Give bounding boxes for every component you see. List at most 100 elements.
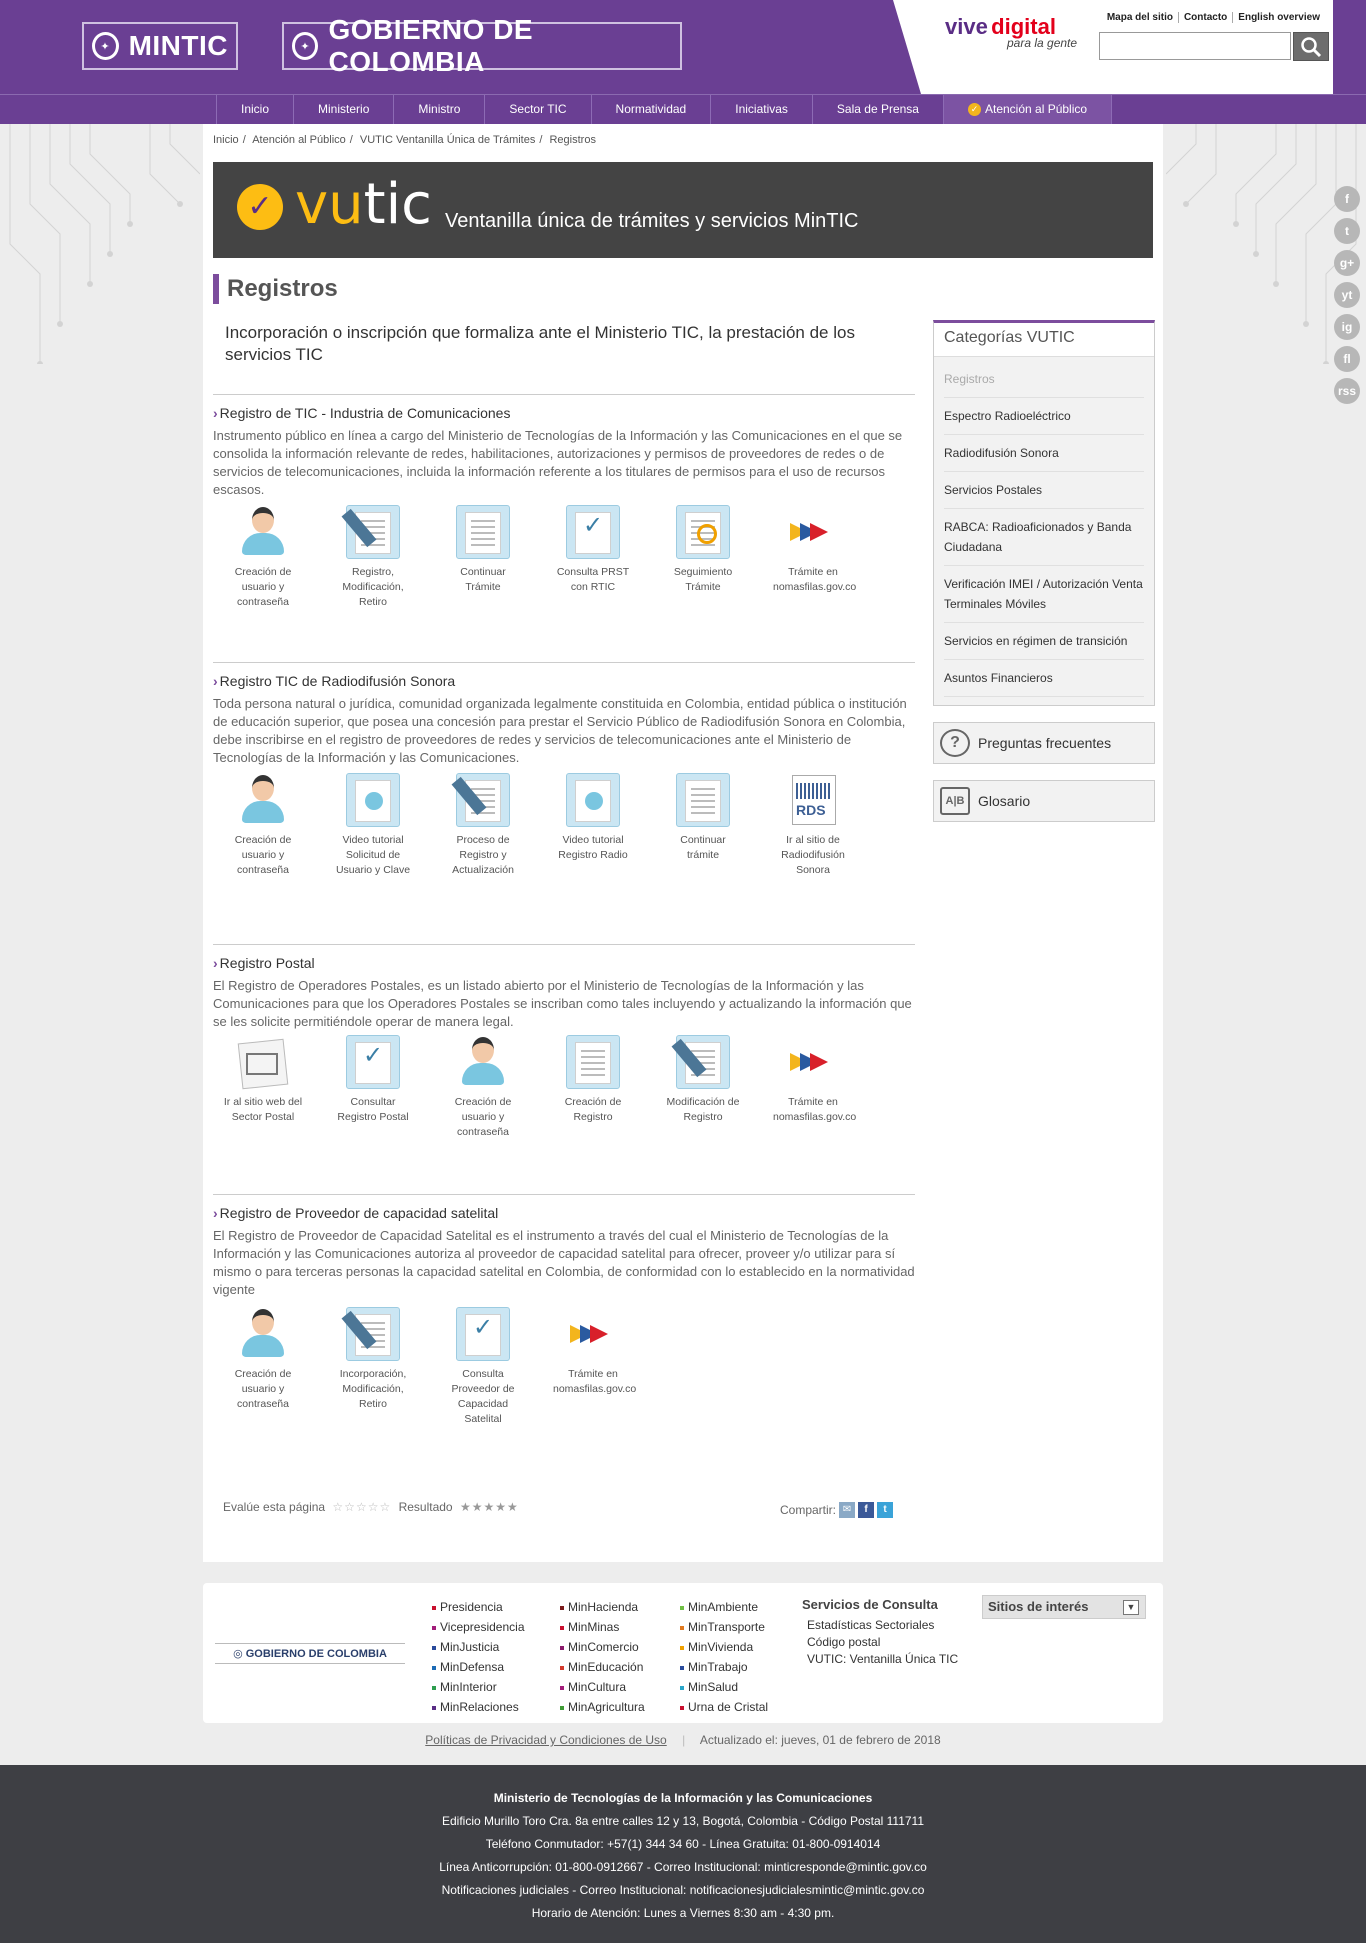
category-espectro[interactable]: Espectro Radioeléctrico <box>944 398 1144 435</box>
vutic-part1: vu <box>295 172 364 237</box>
consulta-link[interactable]: Código postal <box>802 1634 958 1651</box>
nav-sector-tic[interactable]: Sector TIC <box>485 95 592 125</box>
service-label: Proceso de Registro y Actualización <box>452 834 514 876</box>
footer-link[interactable]: Presidencia <box>432 1597 525 1617</box>
nav-atencion-al-publico[interactable]: ✓ Atención al Público <box>943 95 1113 125</box>
service-item[interactable]: Creación de Registro <box>553 1035 633 1125</box>
contact-link[interactable]: Contacto <box>1177 12 1232 23</box>
service-item[interactable]: Proceso de Registro y Actualización <box>443 773 523 878</box>
privacy-policy-link[interactable]: Políticas de Privacidad y Condiciones de… <box>425 1733 666 1747</box>
footer-column-2: MinHacienda MinMinas MinComercio MinEduc… <box>560 1597 645 1717</box>
service-item[interactable]: Creación de usuario y contraseña <box>223 505 303 610</box>
category-rabca[interactable]: RABCA: Radioaficionados y Banda Ciudadan… <box>944 509 1144 566</box>
section-title[interactable]: › Registro de TIC - Industria de Comunica… <box>213 405 915 421</box>
faq-button[interactable]: ? Preguntas frecuentes <box>933 722 1155 764</box>
categories-list: Registros Espectro Radioeléctrico Radiod… <box>934 357 1154 705</box>
footer-link[interactable]: Urna de Cristal <box>680 1697 768 1717</box>
service-item[interactable]: Trámite en nomasfilas.gov.co <box>553 1307 636 1397</box>
footer-hours: Horario de Atención: Lunes a Viernes 8:3… <box>531 1906 835 1920</box>
email-share-icon[interactable]: ✉ <box>839 1502 856 1518</box>
category-registros[interactable]: Registros <box>944 361 1144 398</box>
footer-link[interactable]: MinComercio <box>560 1637 645 1657</box>
service-item[interactable]: ✓ Consulta Proveedor de Capacidad Satelit… <box>443 1307 523 1427</box>
category-imei[interactable]: Verificación IMEI / Autorización Venta T… <box>944 566 1144 623</box>
nav-normatividad[interactable]: Normatividad <box>592 95 712 125</box>
service-item[interactable]: Seguimiento Trámite <box>663 505 743 595</box>
section-title[interactable]: › Registro de Proveedor de capacidad sate… <box>213 1205 915 1221</box>
consulta-link[interactable]: VUTIC: Ventanilla Única TIC <box>802 1651 958 1668</box>
rating-stars[interactable]: ☆☆☆☆☆ <box>332 1500 391 1514</box>
service-item[interactable]: Modificación de Registro <box>663 1035 743 1125</box>
service-label: Registro, Modificación, Retiro <box>342 566 404 608</box>
service-item[interactable]: Registro, Modificación, Retiro <box>333 505 413 610</box>
category-postales[interactable]: Servicios Postales <box>944 472 1144 509</box>
category-radiodifusion[interactable]: Radiodifusión Sonora <box>944 435 1144 472</box>
footer-link[interactable]: MinHacienda <box>560 1597 645 1617</box>
vive-digital-logo[interactable]: vive digital para la gente <box>945 14 1077 50</box>
search-button[interactable] <box>1293 32 1329 61</box>
nav-inicio[interactable]: Inicio <box>216 95 295 125</box>
nav-ministerio[interactable]: Ministerio <box>294 95 395 125</box>
footer-link[interactable]: MinEducación <box>560 1657 645 1677</box>
glossary-button[interactable]: A|B Glosario <box>933 780 1155 822</box>
rss-icon[interactable]: rss <box>1334 378 1360 404</box>
footer-link[interactable]: MinTransporte <box>680 1617 768 1637</box>
service-item[interactable]: Ir al sitio web del Sector Postal <box>223 1035 303 1125</box>
mintic-logo-text: MINTIC <box>128 30 228 61</box>
service-item[interactable]: Creación de usuario y contraseña <box>223 773 303 878</box>
facebook-icon[interactable]: f <box>1334 186 1360 212</box>
twitter-share-icon[interactable]: t <box>877 1502 894 1518</box>
service-item[interactable]: Continuar Trámite <box>443 505 523 595</box>
last-updated: Actualizado el: jueves, 01 de febrero de… <box>699 1733 941 1747</box>
footer-link[interactable]: MinJusticia <box>432 1637 525 1657</box>
service-item[interactable]: Creación de usuario y contraseña <box>223 1307 303 1412</box>
sitemap-link[interactable]: Mapa del sitio <box>1102 12 1178 23</box>
facebook-share-icon[interactable]: f <box>858 1502 875 1518</box>
mintic-logo[interactable]: ✦ MINTIC <box>82 22 238 70</box>
footer-link[interactable]: MinVivienda <box>680 1637 768 1657</box>
service-item[interactable]: Continuar trámite <box>663 773 743 863</box>
section-title-text: Registro Postal <box>219 955 315 971</box>
service-label: Video tutorial Registro Radio <box>558 834 628 861</box>
service-item[interactable]: ✓ Consultar Registro Postal <box>333 1035 413 1125</box>
sitios-de-interes-select[interactable]: Sitios de interés ▼ <box>982 1595 1146 1619</box>
nav-ministro[interactable]: Ministro <box>394 95 486 125</box>
category-transicion[interactable]: Servicios en régimen de transición <box>944 623 1144 660</box>
flickr-icon[interactable]: fl <box>1334 346 1360 372</box>
breadcrumb-inicio[interactable]: Inicio <box>213 134 239 146</box>
service-item[interactable]: Incorporación, Modificación, Retiro <box>333 1307 413 1412</box>
service-item[interactable]: Creación de usuario y contraseña <box>443 1035 523 1140</box>
breadcrumb-vutic[interactable]: VUTIC Ventanilla Única de Trámites <box>360 134 535 146</box>
service-item[interactable]: Trámite en nomasfilas.gov.co <box>773 1035 856 1125</box>
youtube-icon[interactable]: yt <box>1334 282 1360 308</box>
nav-sala-de-prensa[interactable]: Sala de Prensa <box>813 95 944 125</box>
service-item[interactable]: ✓ Consulta PRST con RTIC <box>553 505 633 595</box>
service-item[interactable]: RDS Ir al sitio de Radiodifusión Sonora <box>773 773 853 878</box>
gobierno-logo[interactable]: ✦ GOBIERNO DE COLOMBIA <box>282 14 682 77</box>
consulta-link[interactable]: Estadísticas Sectoriales <box>802 1617 958 1634</box>
google-plus-icon[interactable]: g+ <box>1334 250 1360 276</box>
section-title[interactable]: › Registro TIC de Radiodifusión Sonora <box>213 673 915 689</box>
footer-link[interactable]: MinDefensa <box>432 1657 525 1677</box>
twitter-icon[interactable]: t <box>1334 218 1360 244</box>
footer-link[interactable]: MinAgricultura <box>560 1697 645 1717</box>
service-item[interactable]: Video tutorial Solicitud de Usuario y Cl… <box>333 773 413 878</box>
section-title[interactable]: › Registro Postal <box>213 955 915 971</box>
search-input[interactable] <box>1099 32 1291 60</box>
category-financieros[interactable]: Asuntos Financieros <box>944 660 1144 697</box>
footer-link[interactable]: MinSalud <box>680 1677 768 1697</box>
breadcrumb-atencion[interactable]: Atención al Público <box>252 134 346 146</box>
footer-link[interactable]: MinMinas <box>560 1617 645 1637</box>
footer-gobierno-logo[interactable]: ◎ GOBIERNO DE COLOMBIA <box>215 1643 405 1664</box>
footer-link[interactable]: MinCultura <box>560 1677 645 1697</box>
footer-link[interactable]: MinAmbiente <box>680 1597 768 1617</box>
instagram-icon[interactable]: ig <box>1334 314 1360 340</box>
english-link[interactable]: English overview <box>1232 12 1325 23</box>
footer-link[interactable]: MinRelaciones <box>432 1697 525 1717</box>
service-item[interactable]: Trámite en nomasfilas.gov.co <box>773 505 856 595</box>
footer-link[interactable]: MinTrabajo <box>680 1657 768 1677</box>
nav-iniciativas[interactable]: Iniciativas <box>711 95 813 125</box>
footer-link[interactable]: Vicepresidencia <box>432 1617 525 1637</box>
service-item[interactable]: Video tutorial Registro Radio <box>553 773 633 863</box>
footer-link[interactable]: MinInterior <box>432 1677 525 1697</box>
